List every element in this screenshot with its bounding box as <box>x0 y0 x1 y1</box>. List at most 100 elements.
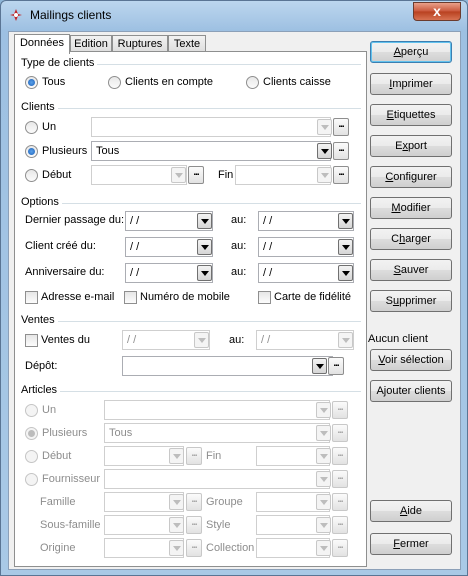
charger-button[interactable]: Charger <box>370 228 452 250</box>
chevron-down-icon[interactable] <box>338 239 353 255</box>
configurer-button[interactable]: Configurer <box>370 166 452 188</box>
groupe-ellipsis-button[interactable]: ... <box>332 493 348 511</box>
articles-debut-ellipsis-button[interactable]: ... <box>186 447 202 465</box>
ellipsis-label: ... <box>193 167 199 178</box>
chevron-down-icon[interactable] <box>194 332 209 348</box>
tab-label: Texte <box>173 38 201 50</box>
etiquettes-button[interactable]: Etiquettes <box>370 104 452 126</box>
articles-un-input[interactable] <box>104 400 330 420</box>
tab-donnees[interactable]: Données <box>14 34 70 54</box>
button-label-pre: C <box>391 233 400 245</box>
ajouter-clients-button[interactable]: Ajouter clients <box>370 380 452 402</box>
articles-fournisseur-radio[interactable] <box>25 473 38 486</box>
articles-fin-ellipsis-button[interactable]: ... <box>332 447 348 465</box>
chevron-down-icon[interactable] <box>169 517 184 533</box>
chevron-down-icon[interactable] <box>317 167 332 183</box>
adresse-email-checkbox[interactable] <box>25 291 38 304</box>
chevron-down-icon[interactable] <box>338 332 353 348</box>
clients-fin-ellipsis-button[interactable]: ... <box>333 166 349 184</box>
type-tous-radio[interactable] <box>25 76 38 89</box>
chevron-down-icon[interactable] <box>316 471 331 487</box>
date-value: / / <box>130 241 140 253</box>
fermer-button[interactable]: Fermer <box>370 533 452 555</box>
famille-label: Famille <box>40 496 76 508</box>
chevron-down-icon[interactable] <box>316 448 331 464</box>
button-label: odifier <box>400 202 431 214</box>
clients-plusieurs-radio[interactable] <box>25 145 38 158</box>
chevron-down-icon[interactable] <box>197 265 212 281</box>
chevron-down-icon[interactable] <box>317 119 332 135</box>
depot-input[interactable] <box>122 356 333 376</box>
title-bar[interactable]: Mailings clients x <box>1 1 467 31</box>
sauver-button[interactable]: Sauver <box>370 259 452 281</box>
button-label: arger <box>405 233 431 245</box>
clients-plusieurs-label: Plusieurs <box>42 145 88 157</box>
button-label: port <box>407 140 427 152</box>
articles-debut-radio[interactable] <box>25 450 38 463</box>
chevron-down-icon[interactable] <box>169 448 184 464</box>
voir-selection-button[interactable]: Voir sélection <box>370 349 452 371</box>
numero-mobile-checkbox[interactable] <box>124 291 137 304</box>
accel-key: M <box>391 202 401 214</box>
date-value: / / <box>261 334 271 346</box>
famille-ellipsis-button[interactable]: ... <box>186 493 202 511</box>
anniversaire-label: Anniversaire du: <box>25 266 105 278</box>
style-ellipsis-button[interactable]: ... <box>332 516 348 534</box>
supprimer-button[interactable]: Supprimer <box>370 290 452 312</box>
clients-un-radio[interactable] <box>25 121 38 134</box>
chevron-down-icon[interactable] <box>317 143 332 159</box>
export-button[interactable]: Export <box>370 135 452 157</box>
type-en-compte-radio[interactable] <box>108 76 121 89</box>
articles-fournisseur-input[interactable] <box>104 469 330 489</box>
close-button[interactable]: x <box>413 2 461 21</box>
origine-ellipsis-button[interactable]: ... <box>186 539 202 557</box>
aide-button[interactable]: Aide <box>370 500 452 522</box>
type-caisse-radio[interactable] <box>246 76 259 89</box>
articles-plusieurs-ellipsis-button[interactable]: ... <box>332 424 348 442</box>
sous-famille-ellipsis-button[interactable]: ... <box>186 516 202 534</box>
chevron-down-icon[interactable] <box>338 265 353 281</box>
chevron-down-icon[interactable] <box>338 213 353 229</box>
articles-plusieurs-input[interactable]: Tous <box>104 423 330 443</box>
accel-key: F <box>393 538 400 550</box>
ventes-du-label: Ventes du <box>41 334 90 346</box>
modifier-button[interactable]: Modifier <box>370 197 452 219</box>
articles-un-radio[interactable] <box>25 404 38 417</box>
button-label: ermer <box>400 538 429 550</box>
carte-fidelite-label: Carte de fidélité <box>274 291 352 303</box>
apercu-button[interactable]: Aperçu <box>370 41 452 63</box>
chevron-down-icon[interactable] <box>316 425 331 441</box>
chevron-down-icon[interactable] <box>316 402 331 418</box>
chevron-down-icon[interactable] <box>197 213 212 229</box>
clients-plusieurs-input[interactable]: Tous <box>91 141 331 161</box>
clients-plusieurs-ellipsis-button[interactable]: ... <box>333 142 349 160</box>
clients-debut-ellipsis-button[interactable]: ... <box>188 166 204 184</box>
articles-fournisseur-label: Fournisseur <box>42 473 101 485</box>
ventes-du-checkbox[interactable] <box>25 334 38 347</box>
chevron-down-icon[interactable] <box>197 239 212 255</box>
dialog-body: Données Edition Ruptures Texte Type de c… <box>8 31 461 570</box>
options-group: Options <box>21 196 361 208</box>
articles-plusieurs-radio[interactable] <box>25 427 38 440</box>
accel-key: S <box>393 264 401 276</box>
clients-debut-radio[interactable] <box>25 169 38 182</box>
chevron-down-icon[interactable] <box>316 494 331 510</box>
ellipsis-label: ... <box>337 494 343 505</box>
chevron-down-icon[interactable] <box>169 494 184 510</box>
clients-un-input[interactable] <box>91 117 331 137</box>
imprimer-button[interactable]: Imprimer <box>370 73 452 95</box>
depot-ellipsis-button[interactable]: ... <box>328 357 344 375</box>
articles-un-ellipsis-button[interactable]: ... <box>332 401 348 419</box>
articles-fournisseur-ellipsis-button[interactable]: ... <box>332 470 348 488</box>
carte-fidelite-checkbox[interactable] <box>258 291 271 304</box>
chevron-down-icon[interactable] <box>171 167 186 183</box>
date-value: / / <box>263 241 273 253</box>
chevron-down-icon[interactable] <box>169 540 184 556</box>
button-label: onfigurer <box>393 171 437 183</box>
chevron-down-icon[interactable] <box>312 358 327 374</box>
chevron-down-icon[interactable] <box>316 540 331 556</box>
chevron-down-icon[interactable] <box>316 517 331 533</box>
collection-ellipsis-button[interactable]: ... <box>332 539 348 557</box>
clients-un-ellipsis-button[interactable]: ... <box>333 118 349 136</box>
clients-plusieurs-value: Tous <box>96 145 120 157</box>
